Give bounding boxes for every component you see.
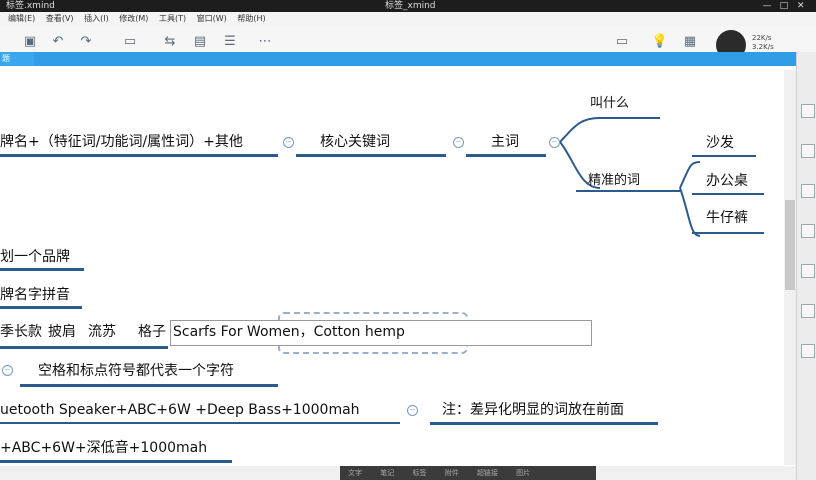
bluetooth-underline <box>0 422 400 424</box>
minimize-button[interactable]: — <box>760 0 774 12</box>
relationship-icon[interactable]: ⇆ <box>160 32 180 52</box>
menu-view[interactable]: 查看(V) <box>46 14 74 23</box>
core-keyword-node[interactable]: 核心关键词 <box>320 133 390 151</box>
diff-note-node[interactable]: 注：差异化明显的词放在前面 <box>442 401 624 419</box>
window-controls: — □ ✕ <box>760 0 816 12</box>
undo-icon[interactable]: ↶ <box>48 32 68 52</box>
panel-icon[interactable] <box>801 304 815 318</box>
panel-icon[interactable] <box>801 224 815 238</box>
status-tab[interactable]: 文字 <box>348 469 362 477</box>
vertical-scrollbar[interactable] <box>784 70 796 465</box>
summary-icon[interactable]: ☰ <box>220 32 240 52</box>
leaf-jeans[interactable]: 牛仔裤 <box>706 209 748 227</box>
topic-icon[interactable]: ▭ <box>120 32 140 52</box>
formula-node[interactable]: 牌名+（特征词/功能词/属性词）+其他 <box>0 133 243 151</box>
main-word-node[interactable]: 主词 <box>491 133 519 151</box>
style-node-c[interactable]: 流苏 <box>88 323 116 341</box>
maximize-button[interactable]: □ <box>777 0 791 12</box>
panel-icon[interactable] <box>801 184 815 198</box>
status-tab[interactable]: 附件 <box>445 469 459 477</box>
bottom-line-node[interactable]: +ABC+6W+深低音+1000mah <box>0 439 207 457</box>
menu-window[interactable]: 窗口(W) <box>197 14 227 23</box>
fold-icon[interactable]: − <box>2 365 13 376</box>
title-bar: 标签.xmind 标签_xmind — □ ✕ <box>0 0 816 12</box>
fold-icon[interactable]: − <box>283 137 294 148</box>
panel-icon[interactable] <box>801 344 815 358</box>
pinyin-node[interactable]: 牌名字拼音 <box>0 286 70 304</box>
more-icon[interactable]: ⋯ <box>255 32 275 52</box>
precise-word-underline <box>576 190 680 192</box>
menu-edit[interactable]: 编辑(E) <box>8 14 35 23</box>
status-tab[interactable]: 标签 <box>412 469 426 477</box>
fold-icon[interactable]: − <box>549 137 560 148</box>
idea-icon[interactable]: 💡 <box>650 32 670 52</box>
pinyin-underline <box>0 306 82 309</box>
style-underline <box>0 346 168 349</box>
diff-note-underline <box>430 422 658 425</box>
menu-bar: 编辑(E) 查看(V) 插入(I) 修改(M) 工具(T) 窗口(W) 帮助(H… <box>0 12 816 26</box>
share-icon[interactable]: ▦ <box>680 32 700 52</box>
status-tab[interactable]: 笔记 <box>380 469 394 477</box>
network-speed: 22K/s 3.2K/s <box>752 34 774 51</box>
side-panel <box>796 52 816 480</box>
style-node-b[interactable]: 披肩 <box>48 323 76 341</box>
core-keyword-underline <box>296 154 446 157</box>
leaf-jeans-underline <box>692 232 764 234</box>
leaf-sofa[interactable]: 沙发 <box>706 134 734 152</box>
save-icon[interactable]: ▣ <box>20 32 40 52</box>
main-word-underline <box>466 154 546 157</box>
bottom-line-underline <box>0 460 232 463</box>
menu-modify[interactable]: 修改(M) <box>119 14 148 23</box>
tab-document[interactable]: 题 <box>0 52 34 66</box>
precise-word-node[interactable]: 精准的词 <box>588 172 640 190</box>
menu-tools[interactable]: 工具(T) <box>159 14 186 23</box>
formula-underline <box>0 154 278 157</box>
status-tab[interactable]: 图片 <box>516 469 530 477</box>
presentation-icon[interactable]: ▭ <box>612 32 632 52</box>
status-bar: 文字 笔记 标签 附件 超链接 图片 <box>0 466 796 480</box>
menu-help[interactable]: 帮助(H) <box>237 14 265 23</box>
style-node-a[interactable]: 季长款 <box>0 323 42 341</box>
brand-node[interactable]: 划一个品牌 <box>0 248 70 266</box>
bluetooth-node[interactable]: uetooth Speaker+ABC+6W +Deep Bass+1000ma… <box>0 401 360 419</box>
leaf-desk-underline <box>692 193 764 195</box>
topic-edit-input[interactable]: Scarfs For Women，Cotton hemp <box>170 320 592 346</box>
window-title: 标签.xmind <box>6 1 55 11</box>
status-tab[interactable]: 超链接 <box>477 469 498 477</box>
bottom-panel-tabs: 文字 笔记 标签 附件 超链接 图片 <box>340 466 596 480</box>
leaf-sofa-underline <box>692 155 756 157</box>
mindmap-canvas[interactable]: 牌名+（特征词/功能词/属性词）+其他 − 核心关键词 − 主词 − 叫什么 精… <box>0 66 796 466</box>
fold-icon[interactable]: − <box>453 137 464 148</box>
fold-icon[interactable]: − <box>407 405 418 416</box>
boundary-icon[interactable]: ▤ <box>190 32 210 52</box>
style-node-d[interactable]: 格子 <box>138 323 166 341</box>
panel-icon[interactable] <box>801 264 815 278</box>
space-note-underline <box>20 384 278 387</box>
what-called-node[interactable]: 叫什么 <box>590 95 629 113</box>
close-button[interactable]: ✕ <box>794 0 808 12</box>
scrollbar-thumb[interactable] <box>785 200 795 290</box>
brand-underline <box>0 268 84 271</box>
redo-icon[interactable]: ↷ <box>76 32 96 52</box>
tab-bar: 题 <box>0 52 796 66</box>
menu-insert[interactable]: 插入(I) <box>84 14 109 23</box>
topic-edit-text: Scarfs For Women，Cotton hemp <box>173 324 405 340</box>
space-note-node[interactable]: 空格和标点符号都代表一个字符 <box>38 362 234 380</box>
panel-icon[interactable] <box>801 144 815 158</box>
window-center-title: 标签_xmind <box>385 1 436 11</box>
panel-icon[interactable] <box>801 104 815 118</box>
leaf-desk[interactable]: 办公桌 <box>706 172 748 190</box>
